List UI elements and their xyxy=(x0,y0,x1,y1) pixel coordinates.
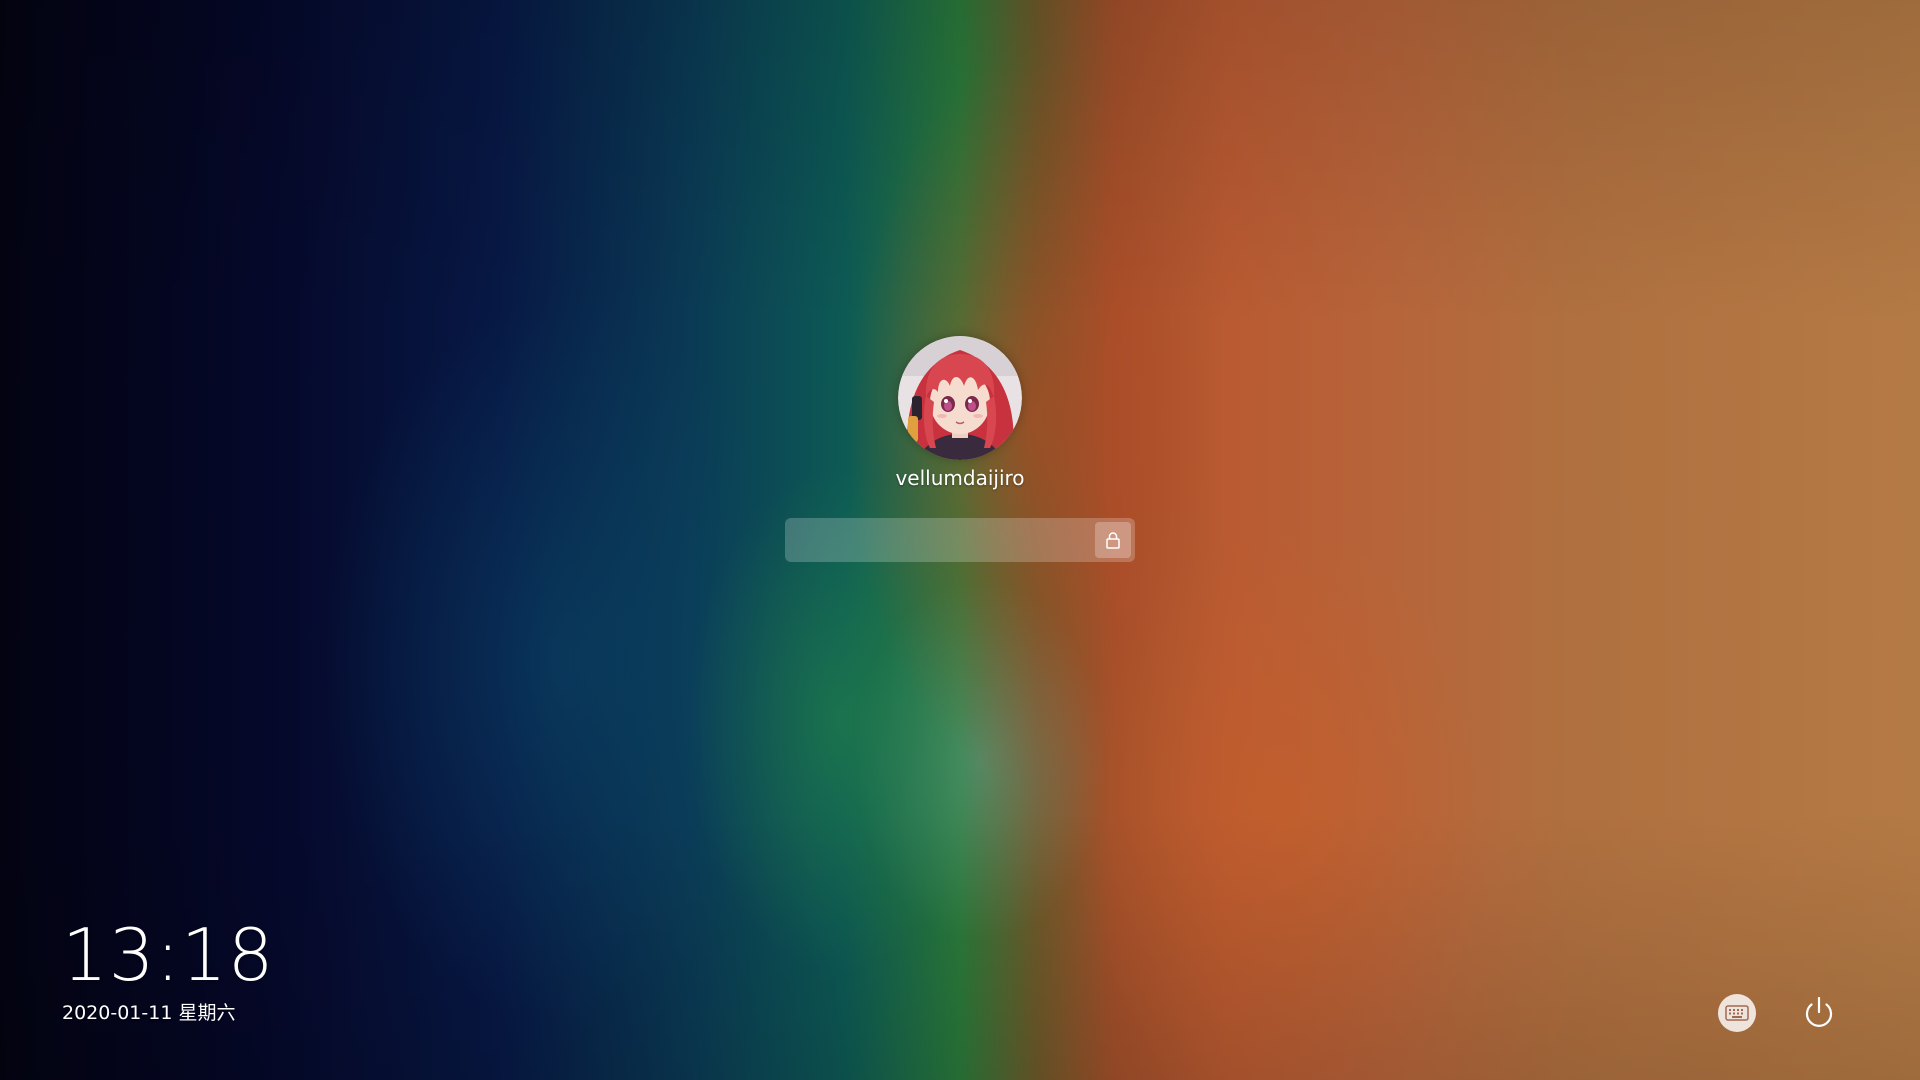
password-input[interactable] xyxy=(785,518,1095,562)
user-avatar[interactable] xyxy=(898,336,1022,460)
power-icon xyxy=(1805,996,1833,1027)
clock-date: 2020-01-11 星期六 xyxy=(62,1002,236,1024)
user-panel: vellumdaijiro xyxy=(0,336,1920,492)
username-label: vellumdaijiro xyxy=(895,466,1025,490)
unlock-button[interactable] xyxy=(1095,522,1131,558)
lock-icon xyxy=(1106,532,1120,549)
anime-avatar-icon xyxy=(898,336,1022,460)
password-field[interactable] xyxy=(785,518,1135,562)
keyboard-layout-button[interactable] xyxy=(1718,994,1756,1032)
power-button[interactable] xyxy=(1796,990,1842,1036)
keyboard-icon xyxy=(1725,1005,1749,1021)
clock-widget: 13:18 2020-01-11 星期六 xyxy=(62,915,275,1025)
clock-time: 13:18 xyxy=(62,913,275,997)
